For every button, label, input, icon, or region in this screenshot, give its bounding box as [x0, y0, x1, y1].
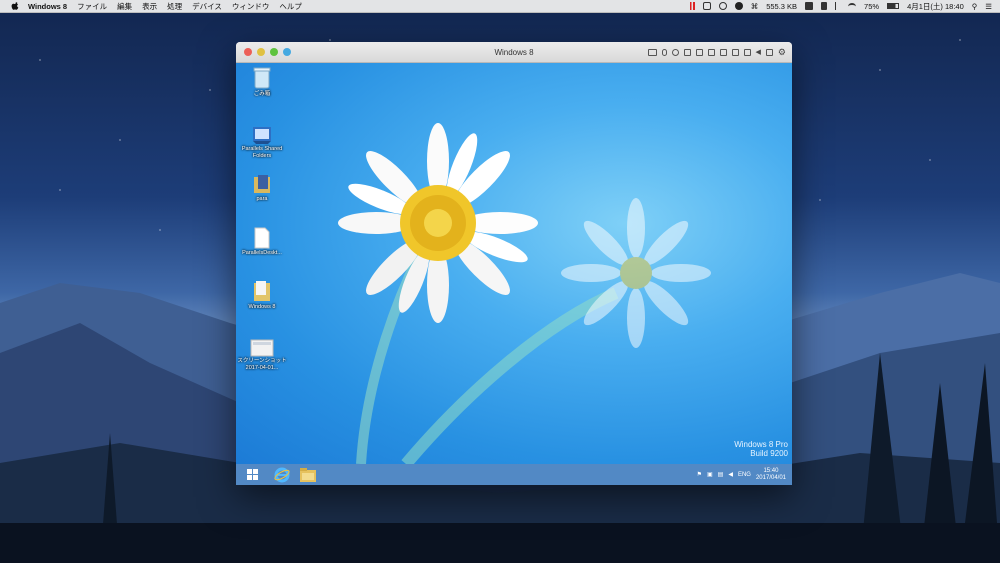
menu-devices[interactable]: デバイス	[192, 1, 222, 12]
language-indicator[interactable]: ENG	[738, 472, 751, 478]
taskbar-file-explorer[interactable]	[298, 467, 318, 483]
wifi-icon[interactable]	[848, 2, 857, 10]
windows-desktop: ごみ箱 Parallels Shared Folders para Parall…	[236, 63, 792, 464]
menu-clock[interactable]: 4月1日(土) 18:40	[907, 1, 964, 12]
desktop-icon-parallels-desktop-file[interactable]: ParallelsDeskt...	[237, 227, 287, 257]
image-file-icon	[250, 339, 274, 357]
vm-window: Windows 8 ◀ ⚙ ごみ箱 Parallels Shared Folde…	[236, 42, 792, 485]
back-arrow-icon[interactable]: ◀	[756, 48, 761, 56]
menu-view[interactable]: 表示	[142, 1, 157, 12]
notification-center-icon[interactable]: ☰	[985, 2, 992, 11]
desktop-icon-windows-8[interactable]: Windows 8	[237, 279, 287, 311]
folder-icon	[254, 281, 270, 301]
coherence-button[interactable]	[283, 48, 291, 56]
build-text: Build 9200	[750, 449, 788, 458]
menu-file[interactable]: ファイル	[77, 1, 107, 12]
lock-icon[interactable]	[821, 2, 828, 10]
network-speed: 555.3 KB	[766, 1, 798, 11]
gear-icon[interactable]: ⚙	[778, 47, 786, 58]
microphone-icon[interactable]	[661, 48, 667, 56]
display-icon[interactable]	[683, 48, 691, 56]
zoom-button[interactable]	[270, 48, 278, 56]
volume-icon[interactable]: ◀	[728, 471, 733, 478]
close-button[interactable]	[244, 48, 252, 56]
messages-icon[interactable]	[702, 2, 711, 10]
vm-titlebar[interactable]: Windows 8 ◀ ⚙	[236, 42, 792, 63]
clock-time: 15:40	[763, 467, 779, 474]
desktop-icon-label: Windows 8	[248, 304, 276, 310]
shared-folder-icon[interactable]	[743, 48, 751, 56]
window-controls	[244, 48, 291, 56]
desktop-icon-screenshot[interactable]: スクリーンショット 2017-04-01...	[237, 339, 287, 372]
minimize-button[interactable]	[257, 48, 265, 56]
desktop-icon-parallels-shared-folders[interactable]: Parallels Shared Folders	[237, 123, 287, 160]
windows-logo-icon	[246, 469, 258, 480]
desktop-icon-para[interactable]: para	[237, 173, 287, 203]
internet-explorer-icon	[274, 467, 290, 482]
menu-app-name[interactable]: Windows 8	[28, 2, 67, 11]
menu-window[interactable]: ウィンドウ	[232, 1, 270, 12]
system-tray: ⚑ ▣ ▤ ◀ ENG 15:40 2017/04/01	[697, 468, 786, 482]
app-icon[interactable]	[734, 2, 743, 10]
speaker-icon[interactable]	[707, 48, 715, 56]
battery-icon[interactable]	[887, 3, 900, 9]
command-icon[interactable]: ⌘	[751, 2, 759, 11]
clock-date: 2017/04/01	[755, 474, 786, 481]
desktop-icon-label: para	[256, 196, 268, 202]
camera-icon[interactable]	[719, 48, 727, 56]
folder-icon	[254, 175, 270, 193]
network-icon[interactable]	[695, 48, 703, 56]
desktop-icon-label: ごみ箱	[253, 91, 271, 97]
status-area: ⌘ 555.3 KB 75% 4月1日(土) 18:40 ⚲ ☰	[689, 1, 992, 12]
vm-toolbar: ◀ ⚙	[647, 47, 786, 58]
parallels-status-icon[interactable]	[689, 2, 695, 10]
network-tray-icon[interactable]: ▤	[718, 471, 724, 478]
record-icon[interactable]	[671, 48, 679, 56]
daisy-wallpaper	[338, 123, 711, 464]
flag-icon[interactable]: ⚑	[697, 471, 702, 478]
desktop-icon-recycle-bin[interactable]: ごみ箱	[237, 66, 287, 98]
battery-percent: 75%	[864, 1, 880, 11]
edition-text: Windows 8 Pro	[734, 440, 788, 449]
menu-help[interactable]: ヘルプ	[279, 1, 302, 12]
keyboard-icon[interactable]	[647, 48, 657, 56]
usb-icon[interactable]	[731, 48, 739, 56]
spotlight-icon[interactable]: ⚲	[972, 2, 978, 11]
file-explorer-icon	[300, 467, 316, 482]
mac-menu-bar: Windows 8 ファイル 編集 表示 処理 デバイス ウィンドウ ヘルプ ⌘…	[0, 0, 1000, 13]
taskbar-internet-explorer[interactable]	[272, 467, 292, 483]
action-center-icon[interactable]: ▣	[707, 471, 713, 478]
recycle-bin-icon	[253, 67, 271, 89]
desktop-icon-label: スクリーンショット 2017-04-01...	[237, 358, 287, 371]
taskbar-clock[interactable]: 15:40 2017/04/01	[756, 468, 786, 482]
desktop-icon-label: ParallelsDeskt...	[242, 250, 282, 256]
start-button[interactable]	[242, 467, 262, 483]
shared-folders-icon	[253, 127, 271, 144]
apple-icon[interactable]	[10, 1, 20, 11]
desktop-icon-label: Parallels Shared Folders	[241, 146, 283, 159]
bluetooth-icon[interactable]	[835, 2, 840, 10]
windows-build-watermark: Windows 8 Pro Build 9200	[734, 440, 788, 458]
screenshot-icon[interactable]	[765, 48, 773, 56]
drive-icon[interactable]	[805, 2, 814, 10]
sync-icon[interactable]	[718, 2, 727, 10]
file-icon	[254, 227, 270, 249]
windows-taskbar: ⚑ ▣ ▤ ◀ ENG 15:40 2017/04/01	[236, 464, 792, 485]
menu-edit[interactable]: 編集	[117, 1, 132, 12]
menu-actions[interactable]: 処理	[167, 1, 182, 12]
